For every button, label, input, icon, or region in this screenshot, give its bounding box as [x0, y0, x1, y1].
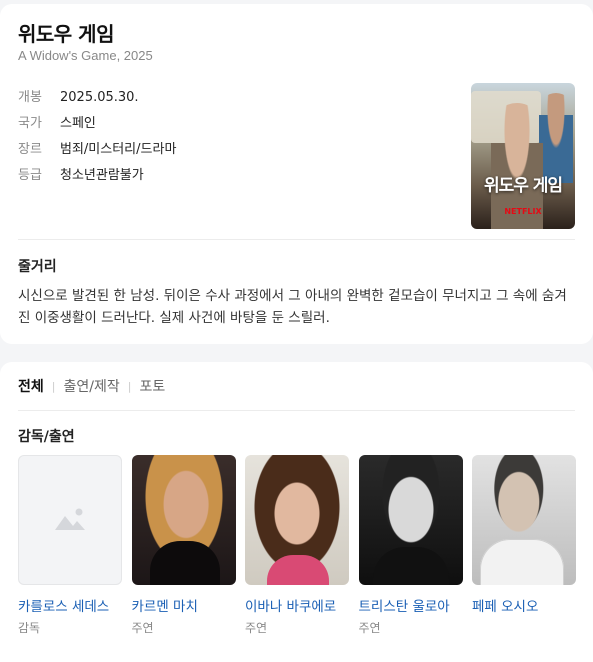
cast-item[interactable]: 페페 오시오	[472, 455, 576, 636]
info-row-genre: 장르 범죄/미스터리/드라마	[18, 138, 176, 157]
info-value: 청소년관람불가	[60, 168, 144, 183]
info-value: 범죄/미스터리/드라마	[60, 142, 177, 157]
cast-heading: 감독/출연	[18, 429, 75, 445]
cast-item[interactable]: 카를로스 세데스 감독	[18, 455, 122, 636]
cast-item[interactable]: 이바나 바쿠에로 주연	[245, 455, 349, 636]
info-label: 국가	[18, 116, 42, 131]
divider	[18, 239, 575, 240]
synopsis-heading: 줄거리	[18, 259, 57, 275]
poster-title-text: 위도우 게임	[483, 176, 563, 196]
cast-photo[interactable]	[18, 455, 122, 585]
movie-poster[interactable]: 위도우 게임 NETFLIX	[471, 83, 575, 229]
info-value: 스페인	[60, 116, 96, 131]
cast-name[interactable]: 이바나 바쿠에로	[245, 595, 349, 615]
info-label: 등급	[18, 168, 42, 183]
divider	[18, 410, 575, 411]
cast-list: 카를로스 세데스 감독 카르멘 마치 주연 이바나 바쿠에로 주연 트리스탄 울…	[18, 455, 576, 636]
cast-role: 주연	[131, 621, 154, 635]
cast-photo[interactable]	[245, 455, 349, 585]
cast-photo[interactable]	[131, 455, 236, 585]
cast-name[interactable]: 카르멘 마치	[132, 595, 236, 615]
tab-separator: |	[127, 379, 132, 393]
tab-all[interactable]: 전체	[18, 376, 44, 396]
movie-title[interactable]: 위도우 게임	[18, 18, 114, 47]
netflix-logo-icon: NETFLIX	[504, 207, 542, 216]
cast-card: 전체 | 출연/제작 | 포토 감독/출연 카를로스 세데스 감독 카르멘 마치…	[0, 362, 593, 662]
synopsis-text: 시신으로 발견된 한 남성. 뒤이은 수사 과정에서 그 아내의 완벽한 겉모습…	[18, 288, 567, 326]
movie-subtitle: A Widow's Game, 2025	[18, 48, 153, 63]
info-row-country: 국가 스페인	[18, 112, 96, 131]
tab-bar: 전체 | 출연/제작 | 포토	[18, 376, 165, 396]
cast-name[interactable]: 카를로스 세데스	[18, 595, 122, 615]
placeholder-image-icon	[55, 508, 85, 530]
tab-photos[interactable]: 포토	[139, 376, 165, 396]
tab-separator: |	[51, 379, 56, 393]
poster-figure-man	[539, 93, 573, 183]
cast-role: 주연	[245, 621, 268, 635]
info-row-rating: 등급 청소년관람불가	[18, 164, 144, 183]
cast-item[interactable]: 트리스탄 울로아 주연	[358, 455, 463, 636]
cast-photo[interactable]	[472, 455, 576, 585]
info-value: 2025.05.30.	[60, 90, 139, 105]
cast-role: 감독	[18, 621, 41, 635]
info-label: 장르	[18, 142, 42, 157]
cast-name[interactable]: 페페 오시오	[472, 595, 576, 615]
cast-item[interactable]: 카르멘 마치 주연	[131, 455, 236, 636]
info-row-release: 개봉 2025.05.30.	[18, 86, 139, 105]
movie-info-card: 위도우 게임 A Widow's Game, 2025 개봉 2025.05.30…	[0, 4, 593, 344]
cast-role: 주연	[358, 621, 381, 635]
cast-name[interactable]: 트리스탄 울로아	[359, 595, 463, 615]
cast-photo[interactable]	[358, 455, 463, 585]
info-label: 개봉	[18, 90, 42, 105]
tab-cast-crew[interactable]: 출연/제작	[63, 376, 119, 396]
